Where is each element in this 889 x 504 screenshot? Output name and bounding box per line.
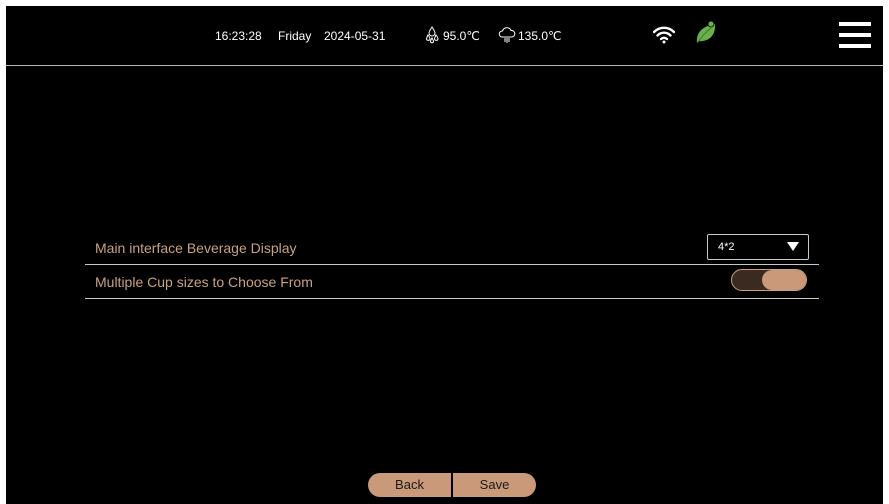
machine-screen: 16:23:28 Friday 2024-05-31 95.0℃ 135.0℃ xyxy=(6,6,883,504)
steam-temperature: 135.0℃ xyxy=(518,29,562,43)
back-button[interactable]: Back xyxy=(368,473,451,497)
cup-sizes-toggle[interactable] xyxy=(731,269,807,291)
clock-time: 16:23:28 xyxy=(215,29,262,43)
toggle-knob xyxy=(762,270,806,290)
beverage-display-label: Main interface Beverage Display xyxy=(95,240,297,256)
beverage-display-value: 4*2 xyxy=(718,241,735,253)
beverage-display-row: Main interface Beverage Display 4*2 xyxy=(85,230,819,265)
water-temperature: 95.0℃ xyxy=(443,29,480,43)
water-drops-icon xyxy=(424,26,440,47)
action-buttons: Back Save xyxy=(368,473,536,497)
eco-leaf-icon xyxy=(694,19,718,48)
cup-sizes-label: Multiple Cup sizes to Choose From xyxy=(95,274,313,290)
steam-cloud-icon xyxy=(498,26,516,47)
weekday: Friday xyxy=(278,29,312,43)
beverage-display-select[interactable]: 4*2 xyxy=(707,234,809,260)
save-button[interactable]: Save xyxy=(453,473,536,497)
chevron-down-icon xyxy=(787,242,799,251)
wifi-icon xyxy=(652,26,676,47)
cup-sizes-row: Multiple Cup sizes to Choose From xyxy=(85,264,819,299)
date: 2024-05-31 xyxy=(324,29,386,43)
hamburger-menu-icon[interactable] xyxy=(839,22,871,48)
status-bar: 16:23:28 Friday 2024-05-31 95.0℃ 135.0℃ xyxy=(6,6,883,66)
